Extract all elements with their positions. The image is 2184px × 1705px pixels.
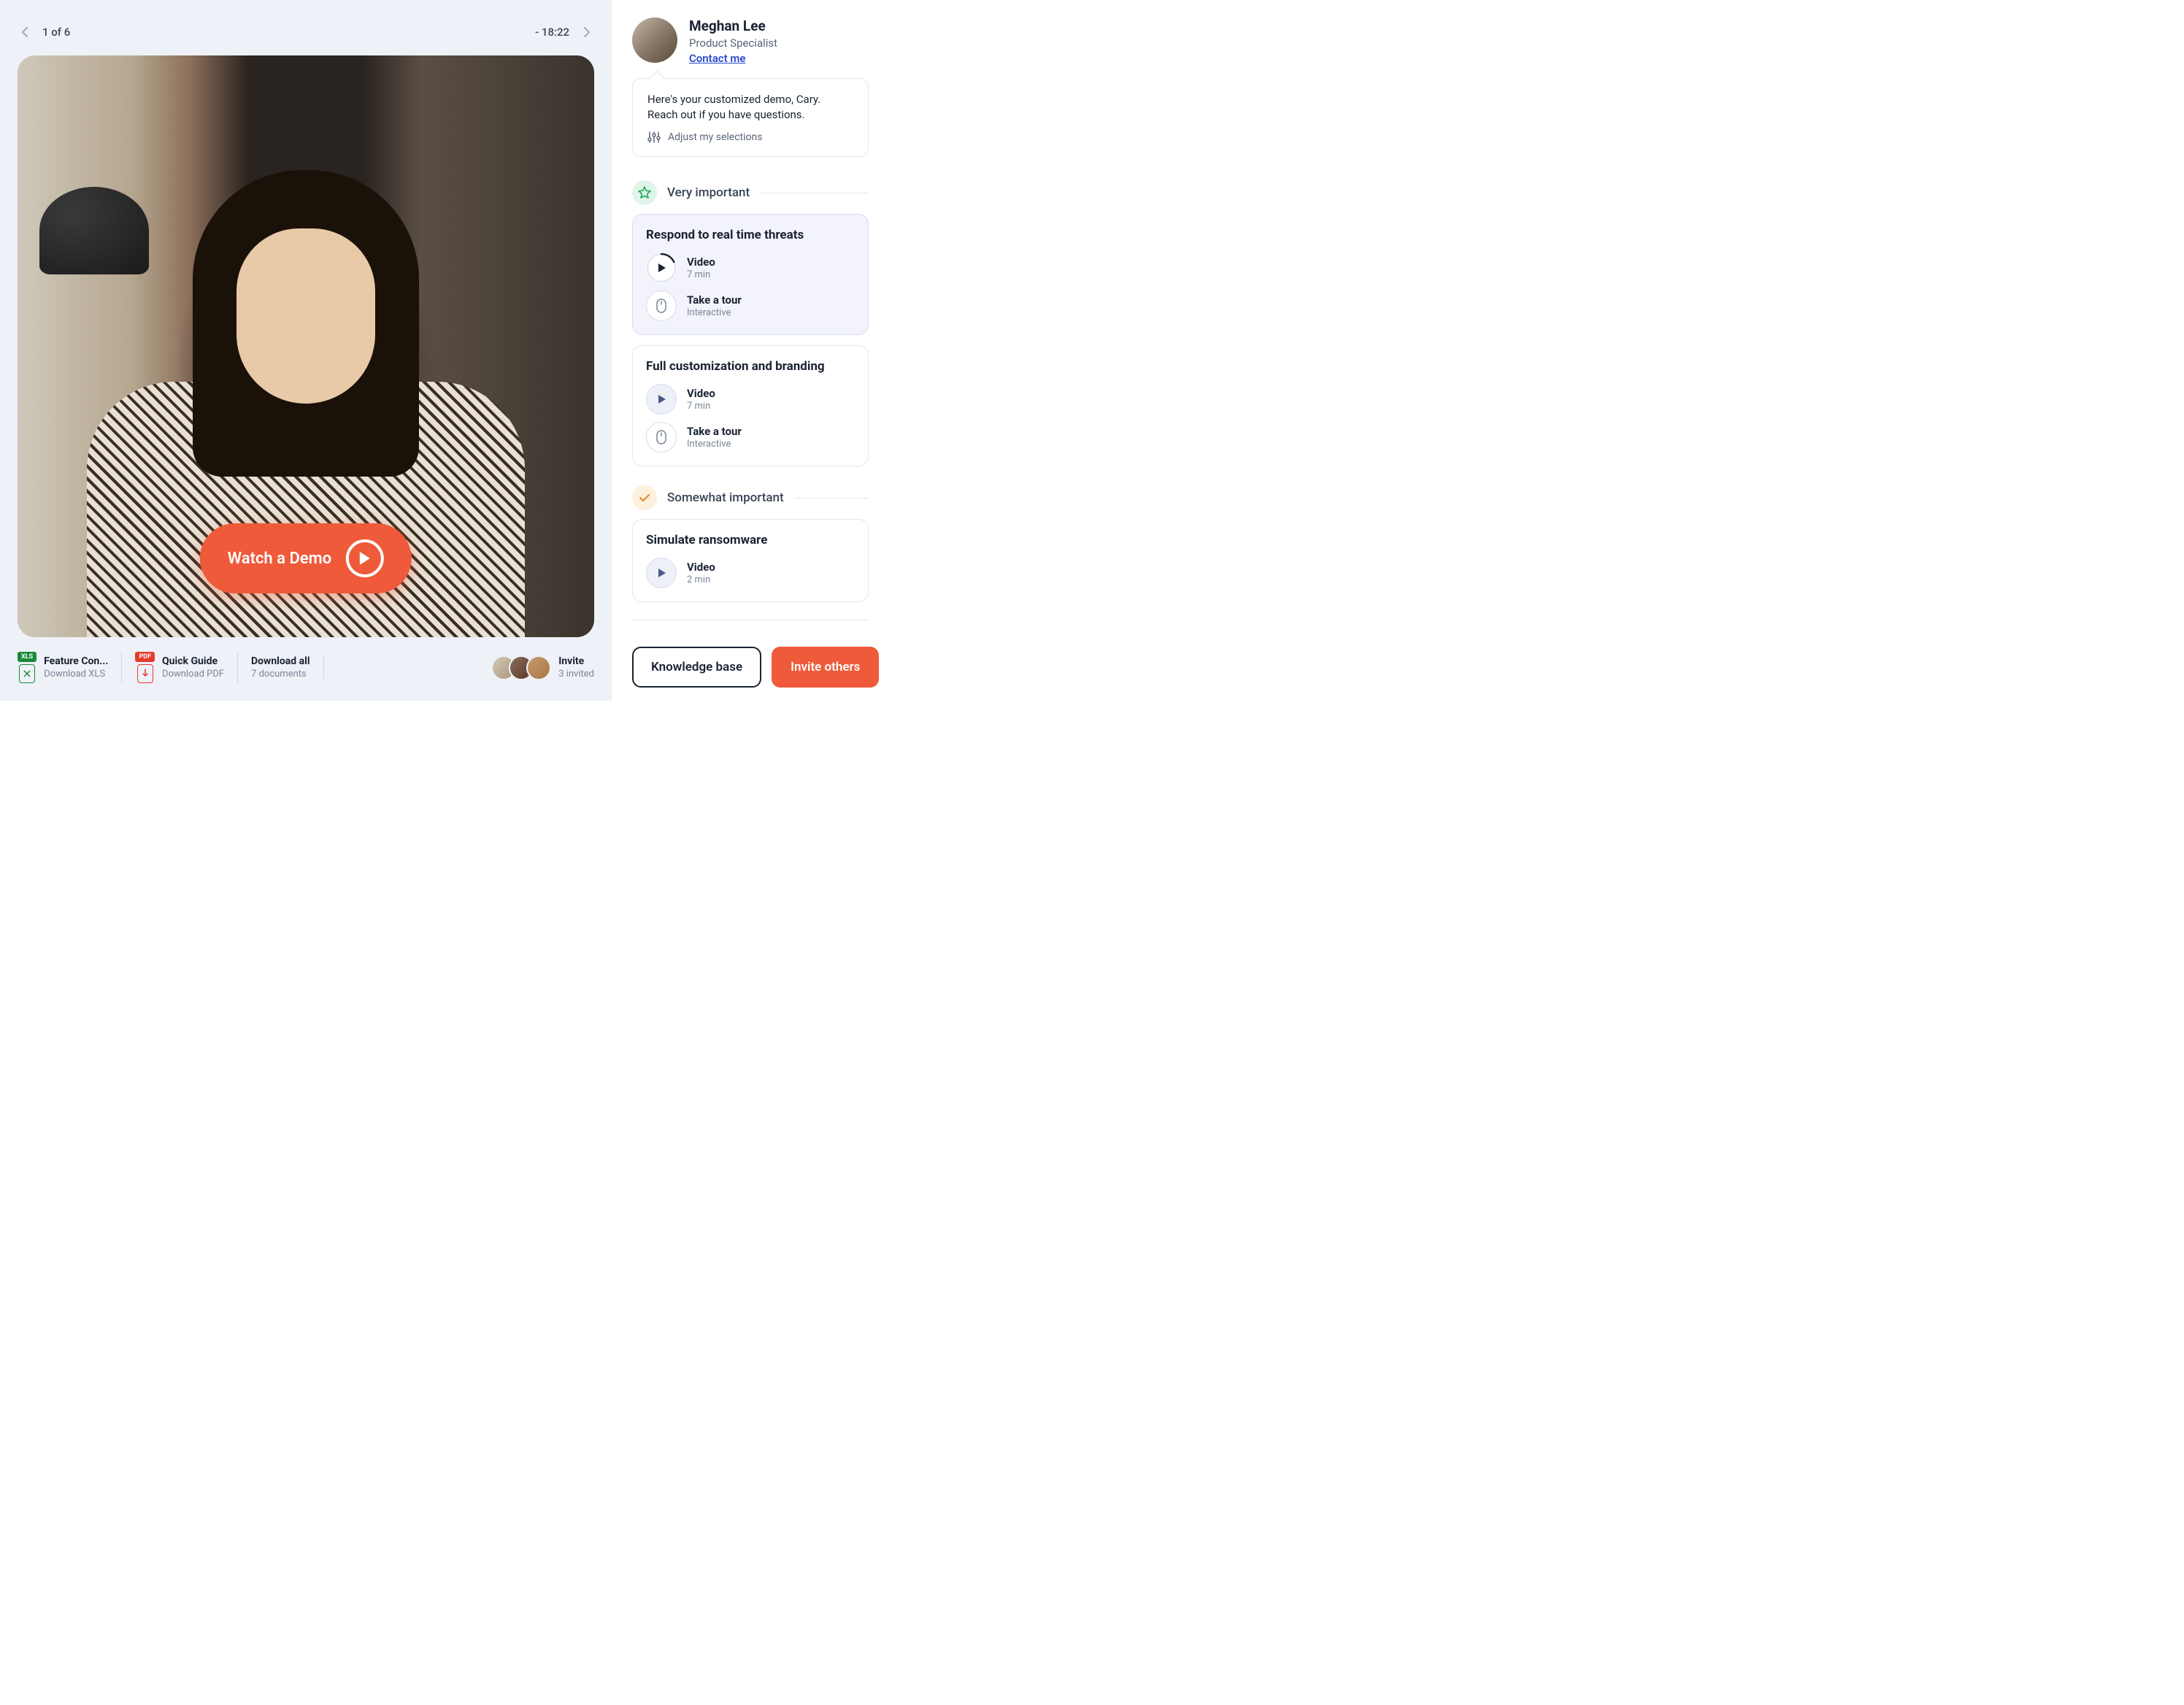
topic-title: Respond to real time threats [646, 228, 855, 242]
pdf-title: Quick Guide [162, 655, 224, 667]
specialist-avatar [632, 18, 677, 63]
media-title: Video [687, 387, 715, 400]
documents-bar: XLS Feature Con... Download XLS PDF Quic… [18, 652, 594, 683]
topic-title: Simulate ransomware [646, 533, 855, 547]
chevron-left-icon [21, 26, 28, 38]
media-title: Take a tour [687, 293, 742, 307]
video-preview[interactable]: Watch a Demo [18, 55, 594, 637]
prev-button[interactable] [18, 25, 32, 39]
time-remaining: - 18:22 [535, 26, 569, 39]
download-pdf[interactable]: PDF Quick Guide Download PDF [135, 652, 238, 683]
media-sub: 2 min [687, 574, 715, 585]
play-progress-icon [646, 253, 677, 283]
play-icon [346, 539, 384, 577]
topic-card-ransomware: Simulate ransomware Video 2 min [632, 519, 869, 602]
play-icon [646, 384, 677, 415]
pdf-file-icon [137, 664, 153, 683]
xls-file-icon [19, 664, 35, 683]
play-icon [646, 558, 677, 588]
adjust-label: Adjust my selections [668, 131, 762, 143]
main-content-panel: 1 of 6 - 18:22 Watch a Demo XLS [0, 0, 612, 701]
download-xls[interactable]: XLS Feature Con... Download XLS [18, 652, 122, 683]
pdf-sub: Download PDF [162, 669, 224, 680]
download-all-title: Download all [251, 655, 310, 667]
topic-card-threats: Respond to real time threats Video 7 min… [632, 214, 869, 335]
xls-badge: XLS [18, 652, 36, 662]
topic-video-row[interactable]: Video 2 min [646, 558, 855, 588]
specialist-role: Product Specialist [689, 36, 777, 50]
topic-video-row[interactable]: Video 7 min [646, 384, 855, 415]
specialist-name: Meghan Lee [689, 18, 777, 34]
specialist-profile: Meghan Lee Product Specialist Contact me [612, 18, 889, 65]
media-sub: Interactive [687, 439, 742, 450]
contact-link[interactable]: Contact me [689, 52, 777, 65]
media-title: Take a tour [687, 425, 742, 438]
xls-sub: Download XLS [44, 669, 108, 680]
invite-group[interactable]: Invite 3 invited [491, 655, 594, 680]
adjust-selections[interactable]: Adjust my selections [647, 131, 853, 143]
media-sub: 7 min [687, 269, 715, 280]
sidebar-footer: Knowledge base Invite others [612, 647, 889, 701]
invite-sub: 3 invited [558, 669, 594, 680]
divider-line [794, 498, 869, 499]
download-all[interactable]: Download all 7 documents [251, 655, 324, 680]
xls-title: Feature Con... [44, 655, 108, 667]
topic-tour-row[interactable]: Take a tour Interactive [646, 422, 855, 453]
importance-very: Very important [612, 180, 889, 205]
download-all-sub: 7 documents [251, 669, 310, 680]
importance-somewhat-label: Somewhat important [667, 490, 784, 505]
message-text: Here's your customized demo, Cary. Reach… [647, 92, 853, 123]
watch-demo-label: Watch a Demo [228, 550, 331, 568]
next-button[interactable] [580, 25, 594, 39]
pagination-bar: 1 of 6 - 18:22 [18, 18, 594, 47]
topic-video-row[interactable]: Video 7 min [646, 253, 855, 283]
topic-title: Full customization and branding [646, 359, 855, 374]
topic-tour-row[interactable]: Take a tour Interactive [646, 290, 855, 321]
welcome-message: Here's your customized demo, Cary. Reach… [632, 78, 869, 157]
importance-very-label: Very important [667, 185, 750, 200]
media-title: Video [687, 561, 715, 574]
importance-somewhat: Somewhat important [612, 485, 889, 510]
invite-others-button[interactable]: Invite others [772, 647, 879, 688]
chevron-right-icon [583, 26, 591, 38]
star-icon [632, 180, 657, 205]
pdf-badge: PDF [135, 652, 155, 662]
knowledge-base-button[interactable]: Knowledge base [632, 647, 761, 688]
avatar [526, 655, 551, 680]
watch-demo-button[interactable]: Watch a Demo [200, 523, 412, 593]
page-counter: 1 of 6 [42, 26, 70, 39]
sliders-icon [647, 131, 661, 143]
media-sub: 7 min [687, 401, 715, 412]
invitee-avatars [491, 655, 551, 680]
topic-card-branding: Full customization and branding Video 7 … [632, 345, 869, 466]
check-icon [632, 485, 657, 510]
mouse-icon [646, 422, 677, 453]
media-sub: Interactive [687, 307, 742, 318]
media-title: Video [687, 255, 715, 269]
sidebar-panel: Meghan Lee Product Specialist Contact me… [612, 0, 889, 701]
invite-title: Invite [558, 655, 594, 667]
mouse-icon [646, 290, 677, 321]
